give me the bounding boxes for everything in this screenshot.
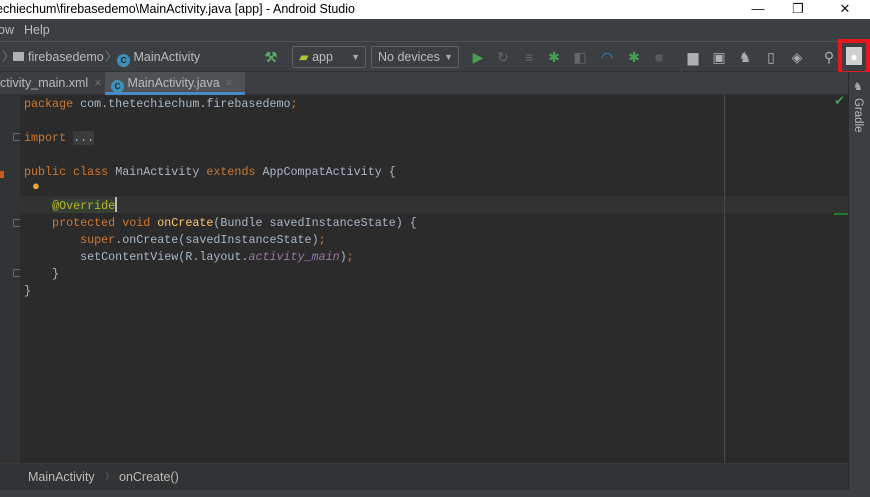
code-token: ; (346, 250, 354, 264)
code-line: package com.thetechiechum.firebasedemo; (24, 96, 298, 113)
code-token: extends (206, 165, 263, 179)
navigation-toolbar: 〉 firebasedemo 〉 C MainActivity ⚒ ▰ app ▼… (0, 41, 870, 72)
sdk-manager-icon[interactable]: ◈ (789, 49, 805, 65)
code-line: @Override (24, 198, 116, 215)
terminal-icon[interactable]: ▣ (711, 49, 727, 65)
build-hammer-icon[interactable]: ⚒ (263, 49, 279, 65)
close-tab-icon[interactable]: × (226, 76, 233, 90)
project-structure-icon[interactable]: ▆ (685, 49, 701, 65)
code-token: ; (290, 97, 298, 111)
close-tab-icon[interactable]: × (94, 76, 101, 90)
run-icon[interactable]: ▶ (470, 49, 486, 65)
code-token: onCreate (157, 216, 214, 230)
code-line: setContentView(R.layout.activity_main); (24, 249, 354, 266)
editor-gutter (0, 95, 21, 463)
code-token: protected void (24, 216, 158, 230)
folder-icon (13, 52, 24, 61)
code-token: import (24, 131, 74, 145)
text-cursor (115, 197, 117, 212)
menu-window[interactable]: ow (0, 19, 14, 41)
scroll-marker (834, 213, 848, 215)
code-token: setContentView(R.layout. (24, 250, 249, 264)
gradle-panel-button[interactable]: Gradle (852, 98, 864, 133)
debug-icon[interactable]: ✱ (546, 49, 562, 65)
apply-changes-icon[interactable]: ↻ (495, 49, 511, 65)
editor-breadcrumb-bar: MainActivity 〉 onCreate() (0, 463, 848, 490)
code-token: public class (24, 165, 116, 179)
code-line: public class MainActivity extends AppCom… (24, 164, 396, 181)
code-token: } (24, 284, 32, 298)
device-select[interactable]: No devices ▼ (371, 46, 459, 68)
code-token: com.thetechiechum.firebasedemo (80, 97, 291, 111)
run-config-select[interactable]: ▰ app ▼ (292, 46, 366, 68)
stop-icon[interactable]: ■ (651, 49, 667, 65)
code-token: } (24, 267, 60, 281)
code-line: } (24, 266, 59, 283)
editor-tabs: ctivity_main.xml × C MainActivity.java × (0, 72, 848, 95)
change-marker (0, 171, 4, 178)
breadcrumb-method[interactable]: onCreate() (119, 464, 179, 491)
right-margin-guide (724, 95, 725, 463)
tab-label: MainActivity.java (127, 76, 220, 90)
breadcrumb-label: firebasedemo (28, 50, 104, 64)
code-line: protected void onCreate(Bundle savedInst… (24, 215, 417, 232)
gradle-elephant-icon: ♞ (853, 81, 863, 93)
status-bar (0, 490, 870, 497)
title-bar: echiechum\firebasedemo\MainActivity.java… (0, 0, 870, 19)
search-icon[interactable]: ⚲ (821, 49, 837, 65)
code-token: super (24, 233, 116, 247)
coverage-icon[interactable]: ◧ (572, 49, 588, 65)
menu-bar: ow Help (0, 19, 870, 41)
breadcrumb-label: MainActivity (133, 50, 201, 64)
avd-manager-icon[interactable]: ▯ (763, 49, 779, 65)
code-line: import ... (24, 130, 95, 147)
apply-code-changes-icon[interactable]: ≡ (521, 49, 537, 65)
code-token: ... (73, 131, 95, 145)
device-label: No devices (378, 50, 440, 64)
tab-label: ctivity_main.xml (0, 76, 89, 90)
maximize-button[interactable]: ❐ (778, 0, 818, 19)
class-icon: C (111, 80, 124, 93)
run-config-label: app (312, 50, 333, 64)
profiler-icon[interactable]: ◠ (599, 49, 615, 65)
lightbulb-icon[interactable]: ● (32, 179, 40, 194)
code-token: activity_main (248, 250, 340, 264)
tab-mainactivity-java[interactable]: C MainActivity.java × (105, 72, 245, 95)
menu-help[interactable]: Help (24, 19, 50, 41)
breadcrumb-class[interactable]: C MainActivity (117, 42, 200, 72)
code-token: ) (339, 250, 347, 264)
code-line: } (24, 283, 31, 300)
tab-activity-main-xml[interactable]: ctivity_main.xml × (0, 72, 108, 95)
code-token: ; (318, 233, 326, 247)
code-token: (Bundle savedInstanceState) { (213, 216, 417, 230)
breadcrumb-class[interactable]: MainActivity (28, 464, 95, 491)
minimize-button[interactable]: — (738, 0, 778, 19)
android-icon: ▰ (299, 50, 309, 64)
breadcrumb-project[interactable]: firebasedemo (13, 42, 104, 72)
highlight-box (838, 39, 870, 75)
close-button[interactable]: ✕ (825, 0, 865, 19)
window-title: echiechum\firebasedemo\MainActivity.java… (0, 2, 355, 16)
right-tool-strip: ♞ Gradle (848, 72, 870, 490)
code-editor[interactable]: package com.thetechiechum.firebasedemo; i… (20, 94, 848, 463)
code-token: package (24, 97, 81, 111)
class-icon: C (117, 54, 130, 67)
code-token: .onCreate(savedInstanceState) (115, 233, 319, 247)
code-line: super.onCreate(savedInstanceState); (24, 232, 326, 249)
attach-debugger-icon[interactable]: ✱ (626, 49, 642, 65)
code-token: AppCompatActivity { (262, 165, 396, 179)
gradle-sync-icon[interactable]: ♞ (737, 49, 753, 65)
code-token: @Override (52, 199, 116, 213)
no-problems-check-icon: ✔ (834, 94, 845, 109)
code-token: MainActivity (115, 165, 207, 179)
